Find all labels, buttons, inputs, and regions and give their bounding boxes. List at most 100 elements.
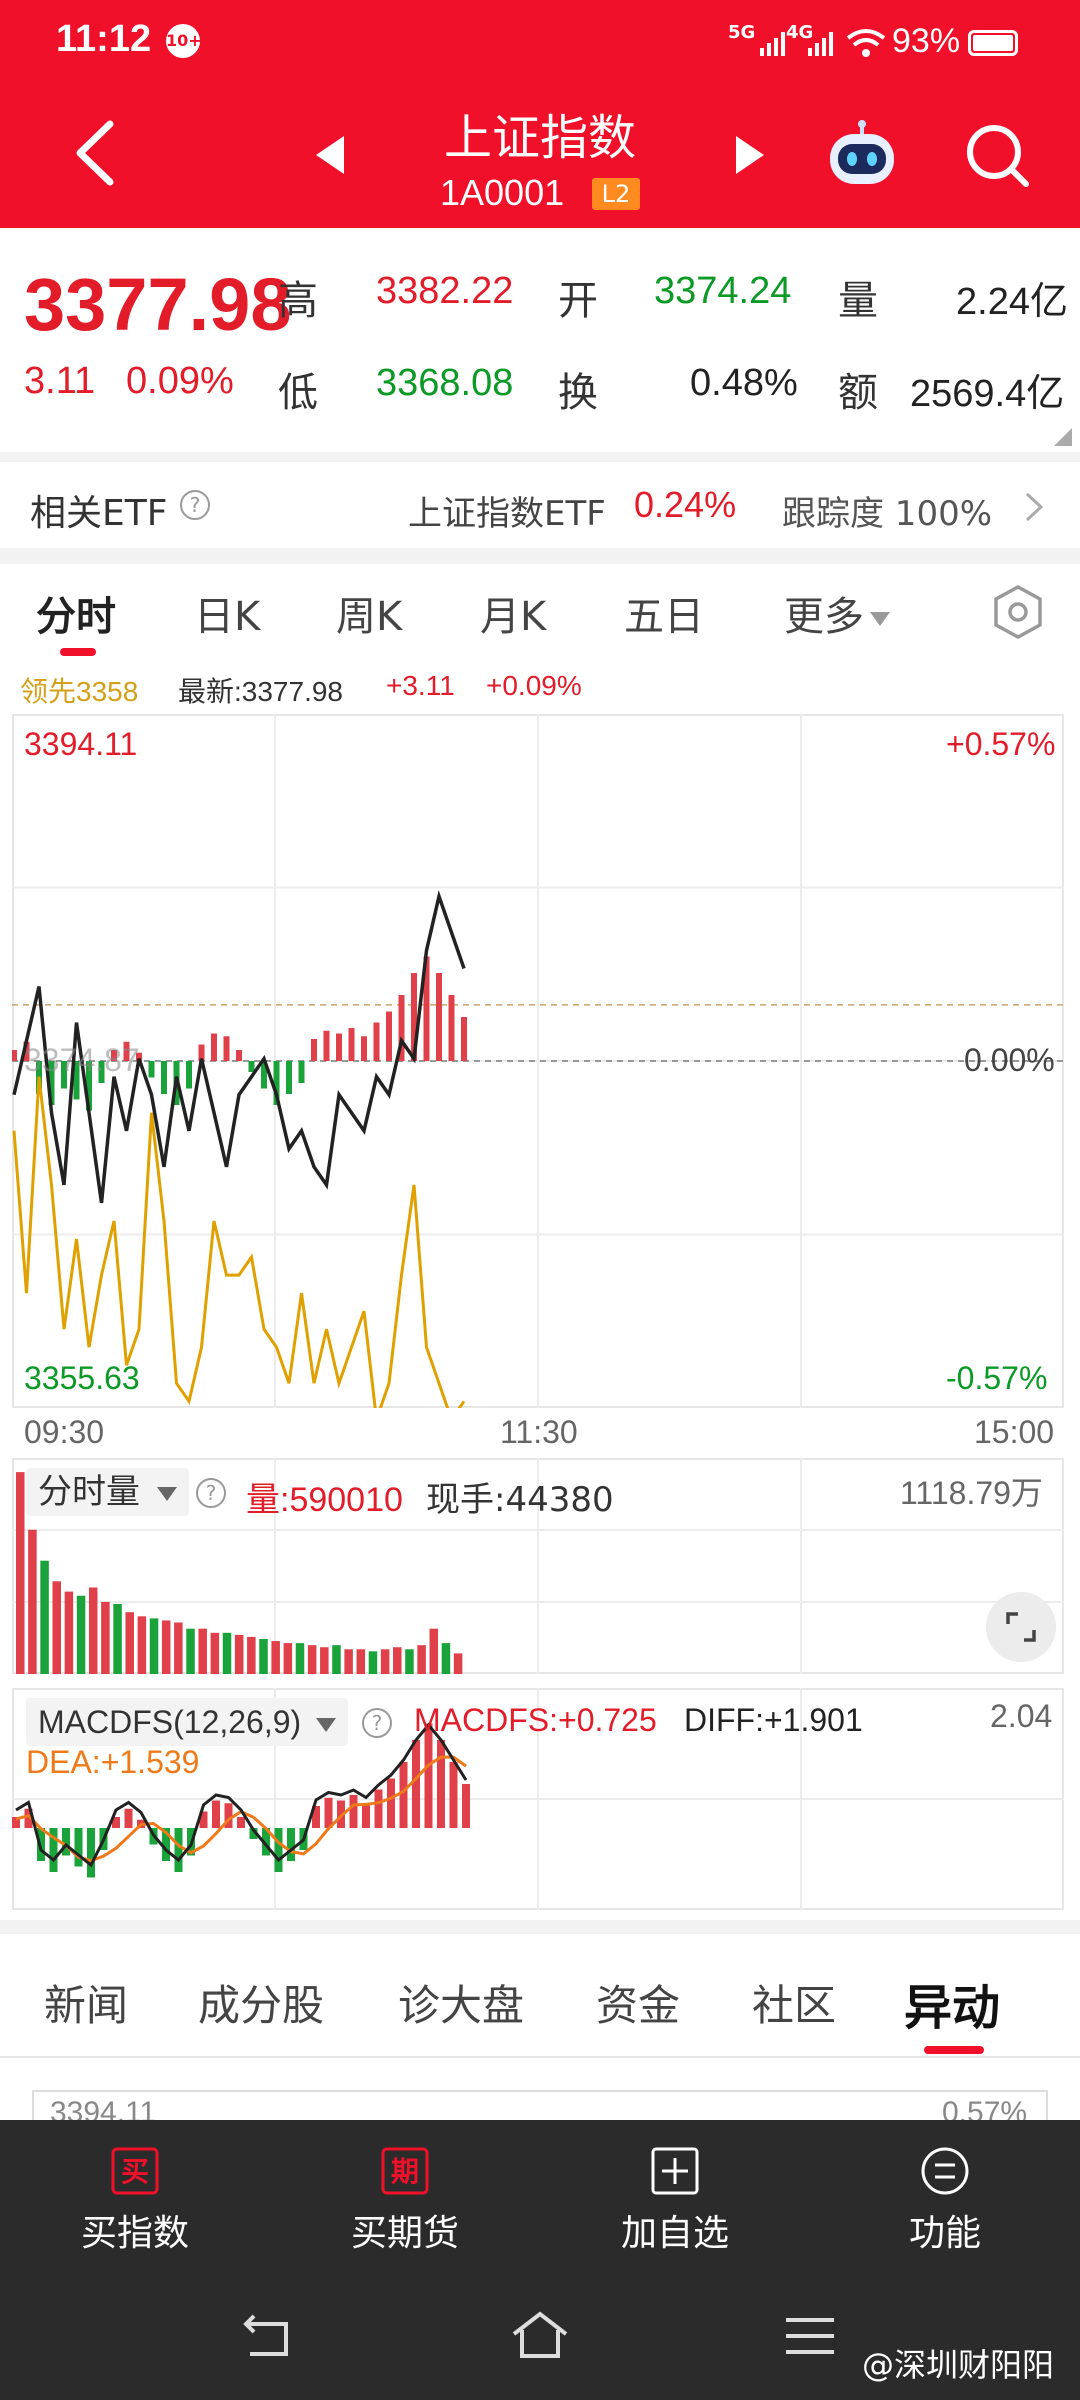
breadth-bar bbox=[186, 1061, 192, 1089]
tab-five-day[interactable]: 五日 bbox=[624, 584, 704, 642]
volume-bar bbox=[283, 1643, 293, 1674]
settings-hexagon-icon[interactable] bbox=[992, 584, 1044, 640]
buy-futures-button[interactable]: 期 买期货 bbox=[270, 2120, 540, 2270]
robot-assistant-icon[interactable] bbox=[824, 120, 900, 190]
y-axis-bottom-label: 3355.63 bbox=[24, 1360, 140, 1396]
volume-bar bbox=[417, 1645, 426, 1674]
next-index-icon[interactable] bbox=[734, 136, 764, 174]
watermark: @深圳财阳阳 bbox=[862, 2346, 1055, 2384]
back-icon[interactable] bbox=[66, 118, 124, 188]
tab-weekly-k[interactable]: 周K bbox=[336, 584, 402, 642]
help-icon[interactable]: ? bbox=[362, 1708, 392, 1738]
related-etf-row[interactable]: 相关ETF ? 上证指数ETF 0.24% 跟踪度 100% bbox=[0, 462, 1080, 548]
breadth-bar bbox=[248, 1061, 255, 1072]
notification-badge: 10+ bbox=[166, 24, 202, 58]
tab-anomaly[interactable]: 异动 bbox=[904, 1968, 1000, 2038]
etf-change-pct: 0.24% bbox=[634, 484, 737, 525]
tab-more-label: 更多 bbox=[784, 594, 864, 640]
macd-bar bbox=[237, 1817, 245, 1828]
breadth-bar bbox=[361, 1036, 367, 1061]
macd-bar bbox=[437, 1740, 445, 1828]
volume-max-label: 1118.79万 bbox=[900, 1475, 1043, 1511]
tab-monthly-k[interactable]: 月K bbox=[480, 584, 546, 642]
breadth-bar bbox=[348, 1028, 355, 1061]
help-icon[interactable]: ? bbox=[180, 490, 210, 520]
volume-bar bbox=[40, 1560, 49, 1674]
volume-bar bbox=[271, 1641, 280, 1674]
macd-bar bbox=[349, 1795, 358, 1828]
volume-bar bbox=[101, 1601, 110, 1674]
macd-value: MACDFS:+0.725 bbox=[414, 1702, 657, 1738]
low-value: 3368.08 bbox=[376, 362, 514, 404]
lead-indicator: 领先3358 bbox=[20, 676, 139, 707]
volume-bar bbox=[125, 1612, 134, 1674]
macd-bar bbox=[399, 1762, 408, 1828]
system-home-icon[interactable] bbox=[510, 2310, 570, 2362]
buy-futures-label: 买期货 bbox=[350, 2213, 459, 2254]
add-watchlist-label: 加自选 bbox=[620, 2213, 729, 2254]
tab-community[interactable]: 社区 bbox=[752, 1972, 836, 2033]
volume-bar bbox=[198, 1628, 207, 1674]
tab-intraday[interactable]: 分时 bbox=[36, 584, 116, 642]
macd-bar bbox=[212, 1800, 220, 1828]
etf-tracking: 跟踪度 100% bbox=[782, 494, 993, 534]
divider bbox=[0, 2056, 1080, 2058]
macd-indicator-select[interactable]: MACDFS(12,26,9) bbox=[26, 1698, 349, 1746]
macd-max-label: 2.04 bbox=[990, 1698, 1053, 1734]
breadth-bar bbox=[386, 1011, 392, 1061]
caret-down-icon bbox=[316, 1717, 337, 1732]
current-hand: 现手:44380 bbox=[426, 1480, 614, 1520]
signal-5g-icon: 5G bbox=[728, 22, 756, 43]
divider bbox=[0, 548, 1080, 564]
help-icon[interactable]: ? bbox=[196, 1478, 226, 1508]
volume-bar bbox=[28, 1529, 37, 1674]
caret-down-icon bbox=[870, 612, 890, 626]
volume-bar bbox=[247, 1636, 256, 1674]
breadth-bar bbox=[236, 1050, 242, 1061]
volume-bar bbox=[149, 1618, 159, 1674]
volume-bar bbox=[161, 1620, 171, 1674]
etf-name: 上证指数ETF bbox=[408, 494, 606, 534]
macd-indicator-label: MACDFS(12,26,9) bbox=[38, 1704, 302, 1740]
expand-quote-icon[interactable] bbox=[1054, 428, 1072, 446]
latest-change-pct: +0.09% bbox=[486, 670, 582, 701]
status-time: 11:12 bbox=[56, 18, 152, 60]
macd-bar bbox=[324, 1797, 333, 1828]
volume-bar bbox=[405, 1649, 414, 1674]
volume-indicator-select[interactable]: 分时量 bbox=[26, 1468, 189, 1516]
volume-bar bbox=[234, 1634, 244, 1674]
low-label: 低 bbox=[278, 370, 318, 416]
tab-constituents[interactable]: 成分股 bbox=[198, 1972, 324, 2033]
volume-bar bbox=[210, 1632, 220, 1674]
tab-funds[interactable]: 资金 bbox=[596, 1972, 680, 2033]
intraday-price-chart[interactable] bbox=[12, 714, 1064, 1408]
buy-index-label: 买指数 bbox=[80, 2213, 189, 2254]
fullscreen-icon[interactable] bbox=[986, 1592, 1056, 1662]
turnover-value: 0.48% bbox=[690, 362, 798, 404]
pct-axis-bottom-label: -0.57% bbox=[946, 1360, 1048, 1396]
add-watchlist-button[interactable]: 加自选 bbox=[540, 2120, 810, 2270]
search-icon[interactable] bbox=[964, 122, 1032, 190]
tab-news[interactable]: 新闻 bbox=[44, 1972, 128, 2033]
y-axis-mid-label: 3374.87 bbox=[24, 1042, 140, 1078]
system-menu-icon[interactable] bbox=[780, 2310, 840, 2362]
active-tab-indicator bbox=[924, 2046, 984, 2054]
breadth-bar bbox=[461, 1017, 467, 1061]
volume-bar bbox=[222, 1632, 232, 1674]
buy-index-button[interactable]: 买 买指数 bbox=[0, 2120, 270, 2270]
l2-badge: L2 bbox=[592, 178, 640, 210]
breadth-bar bbox=[373, 1022, 380, 1061]
volume-bar bbox=[113, 1603, 122, 1674]
breadth-bar bbox=[211, 1033, 217, 1061]
amount-label: 额 bbox=[838, 370, 878, 416]
macd-bar bbox=[87, 1828, 95, 1878]
tab-more[interactable]: 更多 bbox=[784, 584, 890, 642]
index-code: 1A0001 bbox=[440, 172, 565, 213]
breadth-bar bbox=[148, 1061, 155, 1078]
y-axis-top-label: 3394.11 bbox=[24, 726, 138, 762]
system-back-icon[interactable] bbox=[240, 2310, 300, 2362]
functions-button[interactable]: 功能 bbox=[810, 2120, 1080, 2270]
tab-diagnosis[interactable]: 诊大盘 bbox=[398, 1972, 524, 2033]
volume-bar bbox=[429, 1628, 439, 1674]
tab-daily-k[interactable]: 日K bbox=[194, 584, 260, 642]
